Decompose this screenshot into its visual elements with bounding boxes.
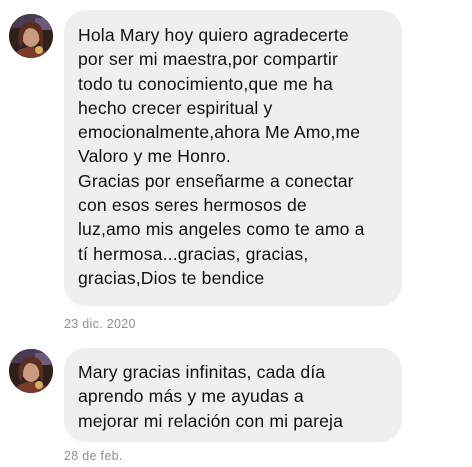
message-item: Mary gracias infinitas, cada día aprendo… xyxy=(0,340,472,467)
message-timestamp: 28 de feb. xyxy=(64,449,123,463)
message-timestamp: 23 dic. 2020 xyxy=(64,317,136,331)
message-thread: Hola Mary hoy quiero agradecerte por ser… xyxy=(0,0,472,467)
sender-avatar[interactable] xyxy=(9,349,53,393)
sender-avatar[interactable] xyxy=(9,14,53,58)
message-bubble[interactable]: Mary gracias infinitas, cada día aprendo… xyxy=(64,348,402,442)
message-bubble[interactable]: Hola Mary hoy quiero agradecerte por ser… xyxy=(64,10,402,306)
avatar-photo-icon xyxy=(9,14,53,58)
avatar-photo-icon xyxy=(9,349,53,393)
message-item: Hola Mary hoy quiero agradecerte por ser… xyxy=(0,0,472,340)
